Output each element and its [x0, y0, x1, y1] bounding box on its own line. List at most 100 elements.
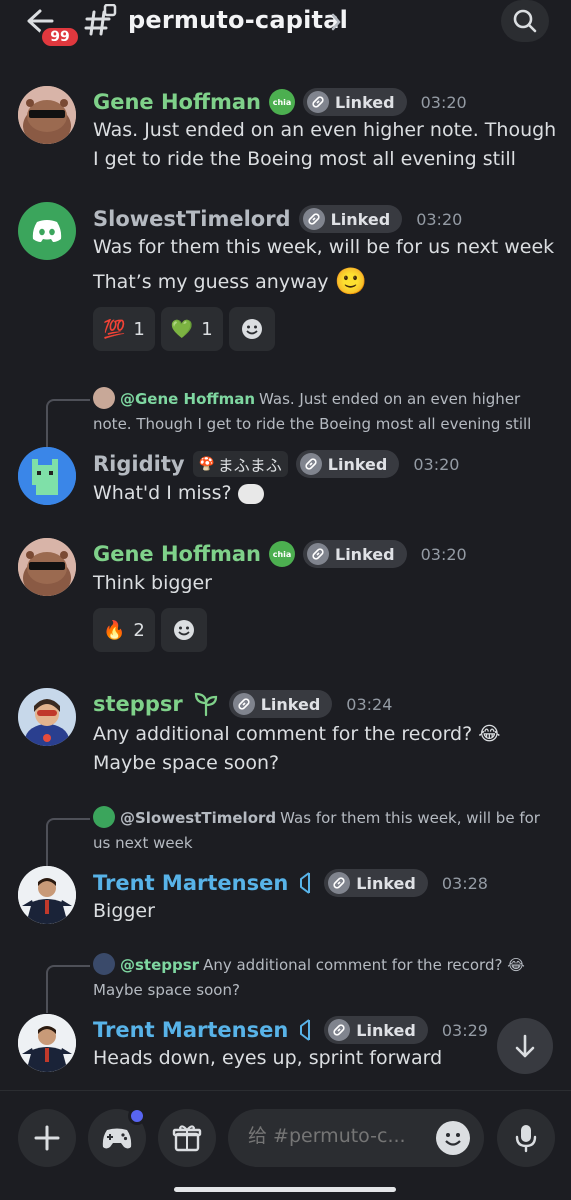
reaction-green-heart[interactable]: 💚 1 [160, 307, 223, 351]
reaction-hundred[interactable]: 💯 1 [93, 307, 155, 351]
reply-mention: @Gene Hoffman [120, 390, 255, 408]
add-reaction-button[interactable] [228, 307, 275, 351]
username[interactable]: steppsr [93, 692, 183, 716]
search-button[interactable] [501, 0, 549, 42]
businessman-avatar-icon [18, 1014, 76, 1072]
linked-tag[interactable]: Linked [324, 1016, 428, 1044]
message-composer[interactable] [228, 1109, 484, 1167]
message-header: Trent Martensen Linked 03:28 [93, 868, 488, 898]
message-text: Bigger [93, 900, 155, 922]
linked-tag[interactable]: Linked [228, 690, 333, 718]
message-input[interactable] [248, 1125, 428, 1147]
reactions: 🔥 2 [93, 608, 207, 652]
reply-preview[interactable]: @Gene Hoffman Was. Just ended on an even … [93, 387, 543, 437]
link-icon [328, 1019, 351, 1041]
link-icon [307, 91, 329, 113]
username[interactable]: Gene Hoffman [93, 90, 261, 114]
trollface-emoji-icon [237, 483, 264, 504]
fire-emoji-icon: 🔥 [103, 619, 126, 641]
link-icon [302, 208, 325, 230]
link-icon [307, 543, 329, 565]
channel-header: 99 permuto-capital [0, 0, 571, 50]
arrow-down-icon [515, 1034, 535, 1058]
chia-badge-icon: chia [269, 541, 295, 567]
reaction-fire[interactable]: 🔥 2 [93, 608, 155, 652]
chevron-right-icon[interactable] [330, 12, 342, 32]
message-header: Rigidity 🍄 まふまふ Linked 03:20 [93, 449, 459, 479]
timestamp: 03:20 [416, 209, 463, 229]
timestamp: 03:28 [441, 873, 488, 893]
emoji-picker-button[interactable] [436, 1121, 470, 1155]
linked-tag[interactable]: Linked [303, 540, 407, 568]
businessman-avatar-icon [18, 866, 76, 924]
avatar[interactable] [18, 538, 76, 596]
sprout-icon [194, 692, 217, 717]
avatar[interactable] [18, 866, 76, 924]
reply-avatar [93, 806, 115, 828]
avatar[interactable] [18, 688, 76, 746]
smiley-icon [437, 1122, 469, 1154]
username[interactable]: Trent Martensen [93, 1018, 288, 1042]
capybara-avatar-icon [18, 86, 76, 144]
avatar[interactable] [18, 447, 76, 505]
search-icon [513, 9, 537, 33]
username[interactable]: Trent Martensen [93, 871, 288, 895]
message-header: Gene Hoffman chia Linked 03:20 [93, 87, 467, 117]
linked-tag[interactable]: Linked [324, 869, 428, 897]
linked-label: Linked [335, 544, 395, 564]
chia-badge-icon: chia [269, 89, 295, 115]
reply-connector [46, 399, 90, 447]
capybara-avatar-icon [18, 538, 76, 596]
clan-tag-label: まふまふ [217, 456, 282, 475]
timestamp: 03:20 [420, 92, 467, 112]
message-text: Was for them this week, will be for us n… [93, 236, 555, 258]
linked-tag[interactable]: Linked [295, 450, 400, 478]
hash-thread-icon [84, 4, 117, 36]
reaction-count: 1 [133, 318, 145, 340]
reply-avatar [93, 953, 115, 975]
linked-label: Linked [260, 694, 321, 714]
message-text: Was. Just ended on an even higher note. … [93, 119, 557, 170]
linked-tag[interactable]: Linked [303, 88, 407, 116]
username[interactable]: Gene Hoffman [93, 542, 261, 566]
pixel-cat-avatar-icon [18, 447, 76, 505]
reply-preview[interactable]: @steppsr Any additional comment for the r… [93, 953, 543, 1003]
server-tag-icon [300, 872, 311, 894]
clan-tag[interactable]: 🍄 まふまふ [192, 451, 288, 477]
superhero-avatar-icon [18, 688, 76, 746]
add-reaction-button[interactable] [160, 608, 207, 652]
gift-icon [172, 1125, 202, 1152]
discord-logo-icon [32, 220, 62, 242]
message-text-line: That’s my guess anyway 🙂 [93, 268, 563, 297]
linked-label: Linked [356, 1020, 416, 1040]
message-header: Gene Hoffman chia Linked 03:20 [93, 539, 467, 569]
avatar[interactable] [18, 202, 76, 260]
composer-bar [0, 1090, 571, 1200]
avatar[interactable] [18, 1014, 76, 1072]
message-header: Trent Martensen Linked 03:29 [93, 1015, 488, 1045]
linked-tag[interactable]: Linked [298, 205, 403, 233]
unread-badge: 99 [39, 25, 81, 49]
voice-message-button[interactable] [497, 1109, 555, 1167]
add-attachment-button[interactable] [18, 1109, 76, 1167]
linked-label: Linked [335, 92, 395, 112]
add-reaction-icon [173, 620, 194, 640]
username[interactable]: SlowestTimelord [93, 207, 291, 231]
scroll-to-bottom-button[interactable] [497, 1018, 553, 1074]
avatar[interactable] [18, 86, 76, 144]
username[interactable]: Rigidity [93, 452, 185, 476]
link-icon [232, 693, 255, 715]
gift-button[interactable] [158, 1109, 216, 1167]
channel-title[interactable]: permuto-capital [128, 6, 348, 34]
server-tag-icon [300, 1019, 311, 1041]
message-header: steppsr Linked 03:24 [93, 689, 392, 719]
add-reaction-icon [241, 319, 262, 339]
microphone-icon [515, 1125, 537, 1153]
reply-connector [46, 965, 90, 1013]
reply-mention: @SlowestTimelord [120, 809, 277, 827]
reply-preview[interactable]: @SlowestTimelord Was for them this week, … [93, 806, 543, 856]
reaction-count: 1 [201, 318, 213, 340]
timestamp: 03:20 [420, 544, 467, 564]
message-text: Heads down, eyes up, sprint forward [93, 1047, 443, 1069]
notification-dot [128, 1107, 146, 1125]
